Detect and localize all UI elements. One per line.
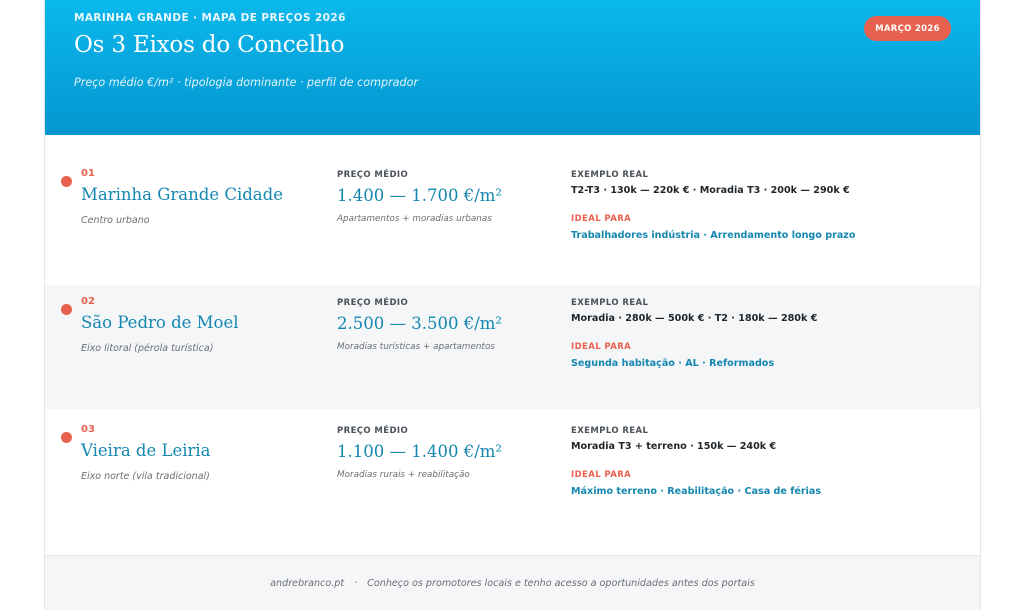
ideal-label: IDEAL PARA bbox=[571, 342, 632, 352]
axis-row-3: 03 Vieira de Leiria Eixo norte (vila tra… bbox=[45, 409, 980, 533]
axis-row-2: 02 São Pedro de Moel Eixo litoral (pérol… bbox=[45, 285, 980, 409]
date-badge: MARÇO 2026 bbox=[864, 16, 951, 41]
axis-name: Vieira de Leiria bbox=[81, 441, 211, 460]
example-value: Moradia · 280k — 500k € · T2 · 180k — 28… bbox=[571, 313, 818, 324]
axis-description: Eixo litoral (pérola turística) bbox=[81, 343, 214, 354]
footer-site-link[interactable]: andrebranco.pt bbox=[270, 578, 344, 589]
price-range: 2.500 — 3.500 €/m² bbox=[337, 314, 503, 333]
axis-row-1: 01 Marinha Grande Cidade Centro urbano P… bbox=[45, 136, 980, 260]
header-subtitle: Preço médio €/m² · tipologia dominante ·… bbox=[74, 76, 419, 89]
example-value: Moradia T3 + terreno · 150k — 240k € bbox=[571, 441, 777, 452]
price-label: PREÇO MÉDIO bbox=[337, 426, 409, 436]
example-label: EXEMPLO REAL bbox=[571, 426, 649, 436]
page-title: Os 3 Eixos do Concelho bbox=[74, 32, 345, 58]
price-description: Moradias turísticas + apartamentos bbox=[337, 342, 495, 352]
bullet-dot-icon bbox=[61, 176, 72, 187]
bullet-dot-icon bbox=[61, 304, 72, 315]
price-label: PREÇO MÉDIO bbox=[337, 170, 409, 180]
ideal-value: Trabalhadores indústria · Arrendamento l… bbox=[571, 230, 856, 241]
example-label: EXEMPLO REAL bbox=[571, 298, 649, 308]
ideal-value: Segunda habitação · AL · Reformados bbox=[571, 358, 775, 369]
axis-description: Centro urbano bbox=[81, 215, 150, 226]
axis-number: 01 bbox=[81, 168, 95, 179]
price-description: Moradias rurais + reabilitação bbox=[337, 470, 470, 480]
price-label: PREÇO MÉDIO bbox=[337, 298, 409, 308]
axis-description: Eixo norte (vila tradicional) bbox=[81, 471, 210, 482]
bullet-dot-icon bbox=[61, 432, 72, 443]
price-description: Apartamentos + moradias urbanas bbox=[337, 214, 492, 224]
example-label: EXEMPLO REAL bbox=[571, 170, 649, 180]
price-range: 1.400 — 1.700 €/m² bbox=[337, 186, 503, 205]
ideal-label: IDEAL PARA bbox=[571, 214, 632, 224]
footer: andrebranco.pt · Conheço os promotores l… bbox=[45, 555, 980, 610]
ideal-label: IDEAL PARA bbox=[571, 470, 632, 480]
example-value: T2-T3 · 130k — 220k € · Moradia T3 · 200… bbox=[571, 185, 850, 196]
axis-number: 02 bbox=[81, 296, 95, 307]
footer-tagline: Conheço os promotores locais e tenho ace… bbox=[367, 577, 755, 589]
price-range: 1.100 — 1.400 €/m² bbox=[337, 442, 503, 461]
footer-separator: · bbox=[354, 577, 358, 589]
axis-name: São Pedro de Moel bbox=[81, 313, 239, 332]
axis-number: 03 bbox=[81, 424, 95, 435]
price-map-card: MARINHA GRANDE · MAPA DE PREÇOS 2026 Os … bbox=[44, 0, 981, 610]
axis-name: Marinha Grande Cidade bbox=[81, 185, 283, 204]
header-banner: MARINHA GRANDE · MAPA DE PREÇOS 2026 Os … bbox=[45, 0, 980, 135]
ideal-value: Máximo terreno · Reabilitação · Casa de … bbox=[571, 486, 822, 497]
header-eyebrow: MARINHA GRANDE · MAPA DE PREÇOS 2026 bbox=[74, 12, 346, 24]
